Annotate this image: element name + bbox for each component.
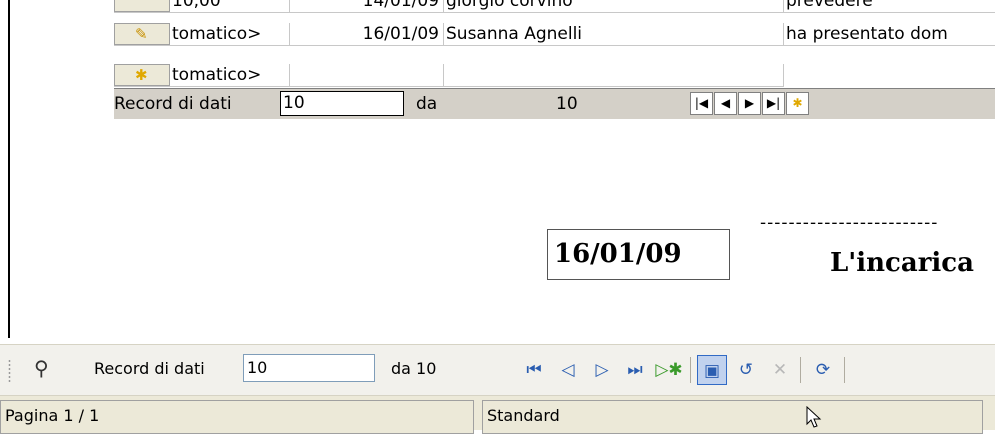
undo-icon[interactable]: ↺ bbox=[731, 355, 761, 385]
delete-record-icon[interactable]: ✕ bbox=[765, 355, 795, 385]
refresh-icon[interactable]: ⟳ bbox=[808, 355, 838, 385]
toolbar-grip[interactable] bbox=[8, 359, 11, 383]
page-style[interactable]: Standard bbox=[482, 400, 983, 434]
table-row[interactable]: 10,00 14/01/09 giorgio corvino prevedere bbox=[114, 0, 995, 13]
signature-line: ------------------------- bbox=[760, 213, 939, 233]
first-record-button[interactable]: |◀ bbox=[690, 92, 713, 115]
previous-record-icon[interactable]: ◁ bbox=[553, 355, 583, 385]
last-record-button[interactable]: ▶| bbox=[762, 92, 785, 115]
pencil-icon: ✎ bbox=[135, 25, 148, 43]
table-cell[interactable]: Susanna Agnelli bbox=[444, 23, 784, 45]
new-record-icon[interactable]: ▷✱ bbox=[654, 355, 684, 385]
table-cell[interactable]: tomatico> bbox=[172, 23, 290, 45]
table-cell[interactable]: prevedere bbox=[784, 0, 995, 12]
page-indicator: Pagina 1 / 1 bbox=[0, 400, 474, 434]
new-record-icon: ✱ bbox=[135, 66, 148, 84]
record-number-input[interactable]: 10 bbox=[243, 354, 375, 382]
record-label: Record di dati bbox=[94, 359, 205, 378]
grid-navigation-bar: Record di dati 10 da 10 |◀ ◀ ▶ ▶| ✱ bbox=[114, 88, 995, 119]
table-cell[interactable]: 14/01/09 bbox=[290, 0, 444, 12]
table-cell[interactable]: 10,00 bbox=[172, 0, 290, 12]
row-selector[interactable]: ✱ bbox=[114, 64, 170, 86]
table-row[interactable]: ✎ tomatico> 16/01/09 Susanna Agnelli ha … bbox=[114, 23, 995, 46]
table-cell[interactable]: giorgio corvino bbox=[444, 0, 784, 12]
save-record-icon[interactable]: ▣ bbox=[697, 355, 727, 385]
status-bar: Pagina 1 / 1 Standard bbox=[0, 396, 995, 434]
table-cell[interactable] bbox=[290, 64, 444, 86]
record-total: 10 bbox=[556, 94, 578, 114]
next-record-button[interactable]: ▶ bbox=[738, 92, 761, 115]
table-cell[interactable]: 16/01/09 bbox=[290, 23, 444, 45]
row-selector[interactable] bbox=[114, 0, 170, 12]
table-row[interactable]: ✱ tomatico> bbox=[114, 64, 784, 87]
of-label: da bbox=[416, 94, 438, 114]
toolbar-separator bbox=[690, 357, 691, 383]
next-record-icon[interactable]: ▷ bbox=[587, 355, 617, 385]
data-grid: 10,00 14/01/09 giorgio corvino prevedere… bbox=[114, 0, 995, 120]
mouse-cursor-icon bbox=[806, 406, 822, 428]
signature-heading: L'incarica bbox=[830, 248, 974, 278]
form-navigation-toolbar: ⚲ Record di dati 10 da 10 ⏮ ◁ ▷ ⏭ ▷✱ ▣ ↺… bbox=[0, 344, 995, 396]
last-record-icon[interactable]: ⏭ bbox=[620, 355, 650, 385]
binoculars-icon[interactable]: ⚲ bbox=[34, 356, 49, 380]
table-cell[interactable]: ha presentato dom bbox=[784, 23, 995, 45]
toolbar-separator bbox=[844, 357, 845, 383]
new-record-button[interactable]: ✱ bbox=[786, 92, 809, 115]
first-record-icon[interactable]: ⏮ bbox=[519, 355, 549, 385]
record-number-input[interactable]: 10 bbox=[280, 91, 404, 116]
toolbar-separator bbox=[800, 357, 801, 383]
table-cell[interactable] bbox=[444, 64, 784, 86]
previous-record-button[interactable]: ◀ bbox=[714, 92, 737, 115]
record-label: Record di dati bbox=[114, 94, 232, 114]
date-field[interactable]: 16/01/09 bbox=[547, 229, 730, 280]
row-selector[interactable]: ✎ bbox=[114, 23, 170, 45]
document-left-border bbox=[8, 0, 10, 338]
table-cell[interactable]: tomatico> bbox=[172, 64, 290, 86]
record-total-label: da 10 bbox=[391, 359, 437, 378]
